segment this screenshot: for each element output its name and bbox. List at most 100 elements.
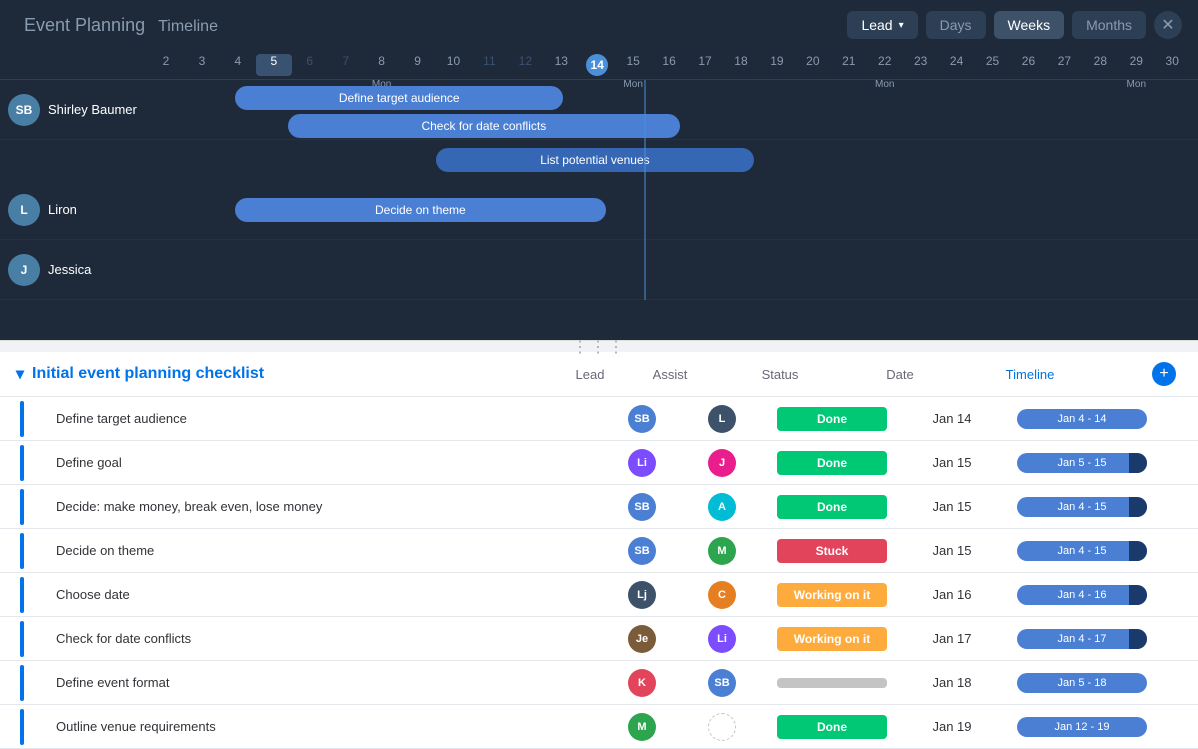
close-button[interactable]: ✕: [1154, 11, 1182, 39]
row-timeline-cell: Jan 4 - 14: [1002, 405, 1162, 433]
bar-check-date-conflicts[interactable]: Check for date conflicts: [288, 114, 679, 138]
table-section: ▾ Initial event planning checklist Lead …: [0, 352, 1198, 749]
status-badge: Done: [777, 715, 887, 739]
row-date-cell: Jan 14: [902, 411, 1002, 426]
row-date-cell: Jan 16: [902, 587, 1002, 602]
date-27: 27: [1046, 54, 1082, 76]
divider-handle[interactable]: ⋮⋮⋮: [0, 340, 1198, 352]
bar-define-target-audience[interactable]: Define target audience: [235, 86, 563, 110]
row-lead-cell: SB: [602, 537, 682, 565]
add-column-button[interactable]: +: [1146, 362, 1182, 386]
row-color-bar: [20, 621, 24, 657]
row-assist-cell: M: [682, 537, 762, 565]
date-23: 23: [903, 54, 939, 76]
bar-list-venues[interactable]: List potential venues: [436, 148, 753, 172]
gantt-row-jessica: J Jessica: [0, 240, 1198, 300]
row-timeline-cell: Jan 4 - 16: [1002, 581, 1162, 609]
row-task-name: Check for date conflicts: [44, 623, 602, 654]
section-expand-icon[interactable]: ▾: [16, 364, 24, 384]
lead-dropdown[interactable]: Lead ▾: [847, 11, 917, 39]
row-status-cell: Done: [762, 711, 902, 743]
weeks-view-button[interactable]: Weeks: [994, 11, 1065, 39]
name-jessica: Jessica: [48, 262, 91, 277]
date-ruler: 2 3 4 5 6 7 8 Mon 9 10 11 12 13 14 15 Mo…: [0, 50, 1198, 80]
avatar-liron: L: [8, 194, 40, 226]
row-assist-cell: SB: [682, 669, 762, 697]
row-date-cell: Jan 17: [902, 631, 1002, 646]
row-task-name: Choose date: [44, 579, 602, 610]
row-timeline-cell: Jan 4 - 15: [1002, 537, 1162, 565]
assist-avatar: A: [708, 493, 736, 521]
add-column-icon[interactable]: +: [1152, 362, 1176, 386]
row-assist-cell: L: [682, 405, 762, 433]
date-11: 11: [471, 54, 507, 76]
row-assist-cell: J: [682, 449, 762, 477]
row-color-bar: [20, 445, 24, 481]
bars-jessica: [140, 240, 1198, 299]
row-color-bar: [20, 709, 24, 745]
name-liron: Liron: [48, 202, 77, 217]
assist-avatar: L: [708, 405, 736, 433]
lead-avatar: K: [628, 669, 656, 697]
bar-decide-theme[interactable]: Decide on theme: [235, 198, 605, 222]
date-3: 3: [184, 54, 220, 76]
days-view-button[interactable]: Days: [926, 11, 986, 39]
date-15: 15 Mon: [615, 54, 651, 76]
row-assist-cell: A: [682, 493, 762, 521]
row-timeline-cell: Jan 4 - 15: [1002, 493, 1162, 521]
table-row[interactable]: Choose date Lj C Working on it Jan 16 Ja…: [0, 573, 1198, 617]
assist-avatar: M: [708, 537, 736, 565]
row-lead-cell: K: [602, 669, 682, 697]
row-task-name: Outline venue requirements: [44, 711, 602, 742]
timeline-chip: Jan 4 - 14: [1017, 409, 1147, 429]
row-status-cell: Done: [762, 447, 902, 479]
table-row[interactable]: Define target audience SB L Done Jan 14 …: [0, 397, 1198, 441]
col-date-header: Date: [850, 367, 950, 382]
table-row[interactable]: Check for date conflicts Je Li Working o…: [0, 617, 1198, 661]
timeline-chip: Jan 4 - 15: [1017, 541, 1147, 561]
date-24: 24: [939, 54, 975, 76]
row-status-cell: Stuck: [762, 535, 902, 567]
avatar-jessica: J: [8, 254, 40, 286]
timeline-chip: Jan 4 - 17: [1017, 629, 1147, 649]
assist-avatar: C: [708, 581, 736, 609]
status-badge-empty: [777, 678, 887, 688]
row-color-bar: [20, 533, 24, 569]
timeline-chip: Jan 5 - 15: [1017, 453, 1147, 473]
date-6: 6: [292, 54, 328, 76]
table-row[interactable]: Outline venue requirements M Done Jan 19…: [0, 705, 1198, 749]
gantt-row-liron: L Liron Decide on theme: [0, 180, 1198, 240]
timeline-chip: Jan 5 - 18: [1017, 673, 1147, 693]
row-indent: [0, 489, 44, 525]
table-row[interactable]: Decide: make money, break even, lose mon…: [0, 485, 1198, 529]
months-view-button[interactable]: Months: [1072, 11, 1146, 39]
date-17: 17: [687, 54, 723, 76]
table-row[interactable]: Decide on theme SB M Stuck Jan 15 Jan 4 …: [0, 529, 1198, 573]
table-row[interactable]: Define event format K SB Jan 18 Jan 5 - …: [0, 661, 1198, 705]
project-name: Event Planning: [24, 15, 145, 35]
timeline-section: 2 3 4 5 6 7 8 Mon 9 10 11 12 13 14 15 Mo…: [0, 50, 1198, 340]
row-indent: [0, 445, 44, 481]
row-status-cell: Working on it: [762, 579, 902, 611]
date-16: 16: [651, 54, 687, 76]
lead-label: Lead: [861, 17, 892, 33]
app-title: Event Planning Timeline: [16, 15, 218, 36]
app-header: Event Planning Timeline Lead ▾ Days Week…: [0, 0, 1198, 50]
row-date-cell: Jan 18: [902, 675, 1002, 690]
table-row[interactable]: Define goal Li J Done Jan 15 Jan 5 - 15: [0, 441, 1198, 485]
row-indent: [0, 401, 44, 437]
row-lead-cell: Li: [602, 449, 682, 477]
section-title: Initial event planning checklist: [32, 365, 264, 383]
row-status-cell: Done: [762, 403, 902, 435]
lead-avatar: M: [628, 713, 656, 741]
row-color-bar: [20, 577, 24, 613]
date-14-today: 14: [579, 54, 615, 76]
person-liron: L Liron: [0, 194, 140, 226]
date-12: 12: [507, 54, 543, 76]
status-badge: Done: [777, 495, 887, 519]
assist-avatar: J: [708, 449, 736, 477]
gantt-row-shirley-2: List potential venues: [0, 140, 1198, 180]
row-date-cell: Jan 19: [902, 719, 1002, 734]
row-assist-cell: C: [682, 581, 762, 609]
row-indent: [0, 577, 44, 613]
